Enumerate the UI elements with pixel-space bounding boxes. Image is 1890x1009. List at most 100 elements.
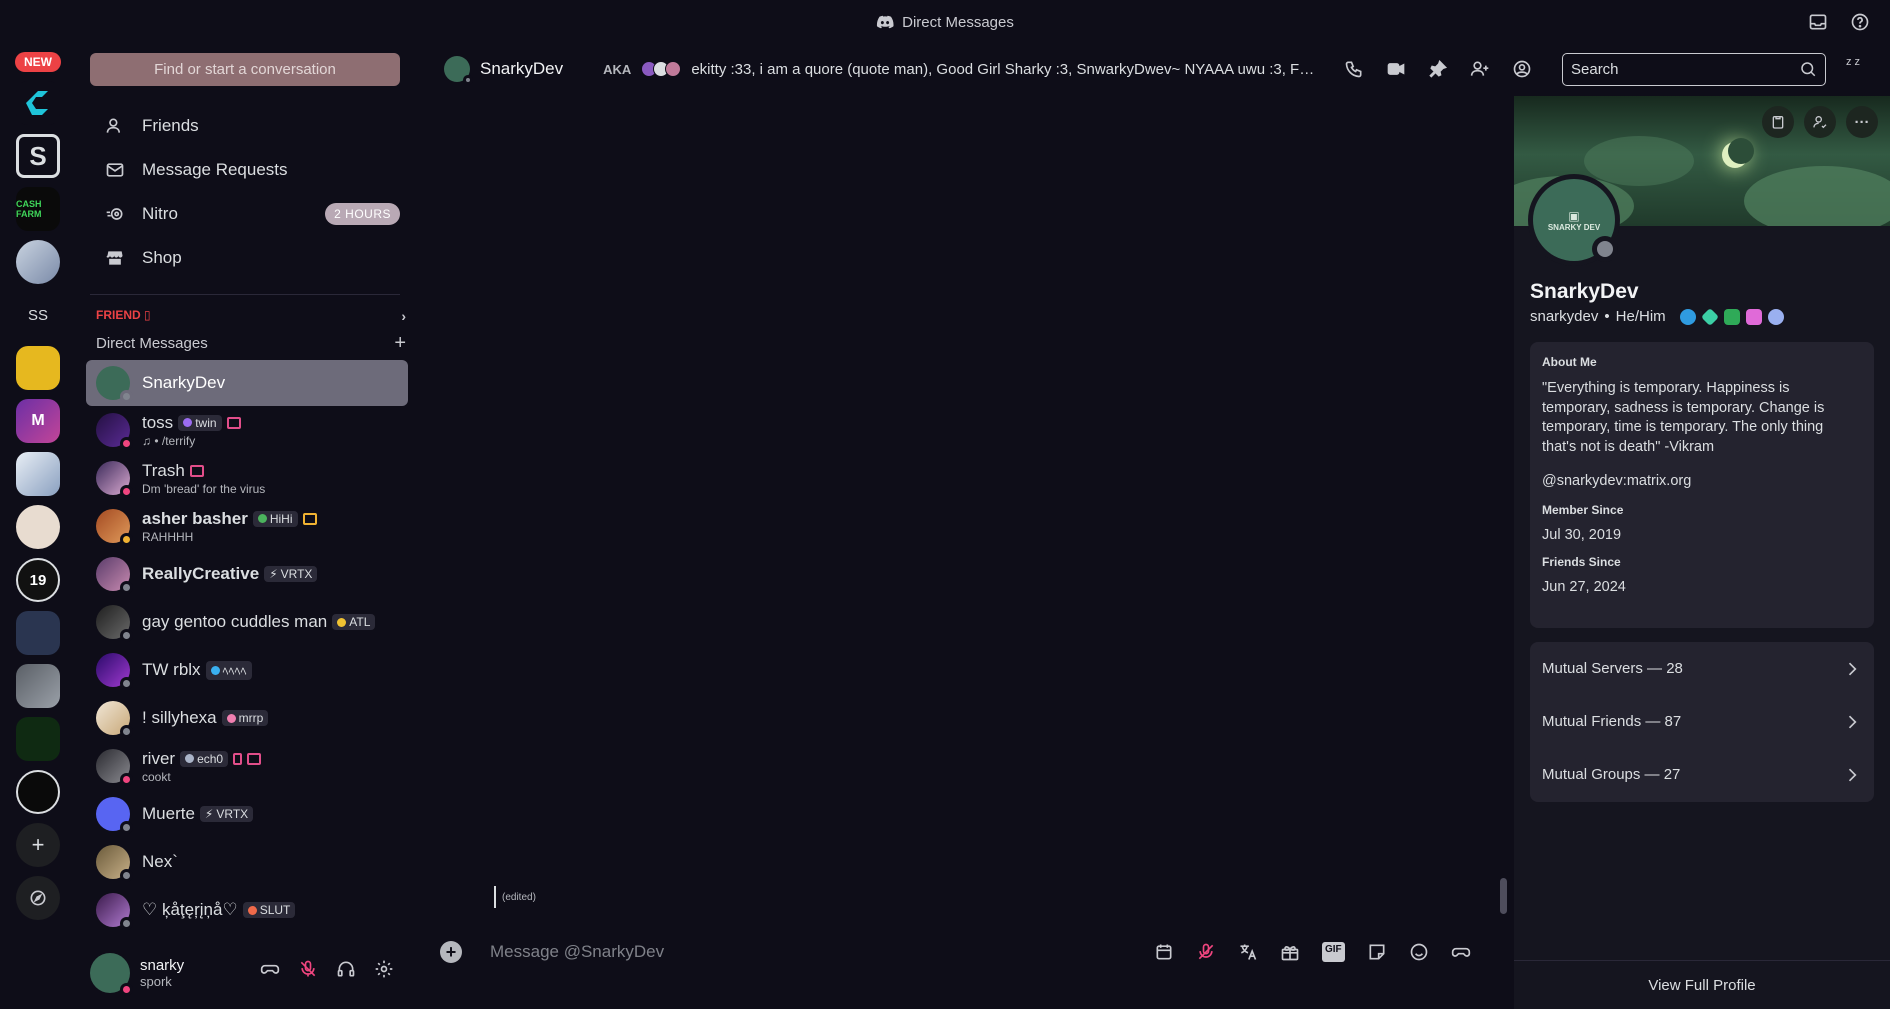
translate-icon[interactable] [1238, 942, 1258, 962]
status-dot [120, 677, 133, 690]
dm-item-snarkydev[interactable]: SnarkyDev [86, 360, 408, 406]
calendar-icon[interactable] [1154, 942, 1174, 962]
headphones-icon[interactable] [336, 959, 356, 979]
emoji-icon[interactable] [1409, 942, 1429, 962]
mutuals-card: Mutual Servers — 28 Mutual Friends — 87 … [1530, 642, 1874, 802]
desktop-icon [189, 464, 204, 477]
server-ss[interactable]: SS [16, 293, 60, 337]
server-19[interactable]: 19 [16, 558, 60, 602]
explore-button[interactable] [16, 876, 60, 920]
user-avatar[interactable] [90, 953, 133, 996]
chat-scrollbar[interactable] [1500, 878, 1507, 914]
user-profile-toggle-icon[interactable] [1512, 59, 1532, 79]
nav-message-requests[interactable]: Message Requests [90, 150, 400, 190]
nav-shop[interactable]: Shop [90, 238, 400, 278]
server-anvil[interactable] [16, 611, 60, 655]
add-friends-to-dm-icon[interactable] [1470, 59, 1490, 79]
server-anime[interactable] [16, 240, 60, 284]
avatar [96, 509, 133, 546]
chevron-right-icon: › [401, 308, 406, 324]
mutual-friends-row[interactable]: Mutual Friends — 87 [1530, 695, 1874, 748]
mutual-servers-row[interactable]: Mutual Servers — 28 [1530, 642, 1874, 695]
more-options-icon[interactable]: ··· [1846, 106, 1878, 138]
developer-badge-icon[interactable] [1723, 308, 1740, 325]
hypesquad-badge-icon[interactable] [1679, 308, 1696, 325]
nav-friends[interactable]: Friends [90, 106, 400, 146]
sleeping-avatar-icon[interactable]: z z [1846, 56, 1860, 68]
nitro-gem-badge-icon[interactable] [1700, 307, 1719, 326]
quest-badge-icon[interactable] [1767, 308, 1784, 325]
pinned-messages-icon[interactable] [1428, 59, 1448, 79]
tag-emoji-icon [247, 905, 257, 915]
status-dot [120, 485, 133, 498]
activities-icon[interactable] [1451, 942, 1471, 962]
server-triangle[interactable] [16, 770, 60, 814]
server-m[interactable]: M [16, 399, 60, 443]
avatar [665, 61, 682, 77]
create-dm-plus-icon[interactable]: + [394, 332, 406, 355]
server-cyan[interactable] [16, 81, 60, 125]
mobile-icon [233, 752, 243, 765]
message-input[interactable]: Message @SnarkyDev [490, 942, 664, 962]
mute-mic-icon[interactable] [298, 959, 318, 979]
dm-item-river[interactable]: river ech0 cookt [86, 742, 408, 790]
mutual-groups-row[interactable]: Mutual Groups — 27 [1530, 748, 1874, 801]
new-badge[interactable]: NEW [15, 52, 61, 72]
bolt-icon: ⚡ [269, 567, 278, 581]
server-cash-farm[interactable]: CASH FARM [16, 187, 60, 231]
find-conversation-button[interactable]: Find or start a conversation [90, 53, 400, 86]
dm-item-tw-rblx[interactable]: TW rblx ﾍﾍﾍﾍ [86, 646, 408, 694]
nav-nitro[interactable]: Nitro 2 HOURS [90, 194, 400, 234]
dm-item-katerina[interactable]: ♡ ķåţęŗįņå♡ SLUT [86, 886, 408, 934]
friend-section-header[interactable]: FRIEND ▯ › [96, 308, 406, 324]
add-server-button[interactable]: + [16, 823, 60, 867]
game-controller-icon[interactable] [260, 959, 280, 979]
gif-icon[interactable]: GIF [1322, 942, 1345, 962]
server-cat[interactable] [16, 505, 60, 549]
attach-plus-button[interactable]: + [440, 941, 462, 963]
inbox-icon[interactable] [1808, 12, 1828, 32]
avatar [96, 413, 133, 450]
help-icon[interactable] [1850, 12, 1870, 32]
avatar [96, 845, 133, 882]
boost-badge-icon[interactable] [1745, 308, 1762, 325]
clipboard-icon[interactable] [1762, 106, 1794, 138]
status-dot [120, 773, 133, 786]
aka-names[interactable]: ekitty :33, i am a quore (quote man), Go… [691, 61, 1321, 78]
chat-recipient-name[interactable]: SnarkyDev [480, 59, 563, 79]
status-dot [120, 437, 133, 450]
server-yellow[interactable] [16, 346, 60, 390]
about-me-link[interactable]: @snarkydev:matrix.org [1542, 473, 1862, 489]
server-gray[interactable] [16, 664, 60, 708]
dm-item-muerte[interactable]: Muerte ⚡ VRTX [86, 790, 408, 838]
view-full-profile-button[interactable]: View Full Profile [1514, 960, 1890, 1009]
server-photo[interactable] [16, 452, 60, 496]
avatar [96, 605, 133, 642]
status-dot [120, 869, 133, 882]
dm-item-reallycreative[interactable]: ReallyCreative ⚡ VRTX [86, 550, 408, 598]
mute-notifications-icon[interactable] [1196, 942, 1216, 962]
video-call-icon[interactable] [1386, 59, 1406, 79]
server-green[interactable] [16, 717, 60, 761]
shop-icon [104, 247, 126, 269]
dm-item-gay-gentoo[interactable]: gay gentoo cuddles man ATL [86, 598, 408, 646]
server-tag: ⚡ VRTX [199, 806, 254, 822]
dm-list: SnarkyDev toss twin ♫ • /terrify Trash D… [86, 360, 408, 934]
search-input[interactable]: Search [1562, 53, 1826, 86]
status-dot [120, 725, 133, 738]
sticker-icon[interactable] [1367, 942, 1387, 962]
status-dot [120, 533, 133, 546]
dm-item-trash[interactable]: Trash Dm 'bread' for the virus [86, 454, 408, 502]
voice-call-icon[interactable] [1344, 59, 1364, 79]
settings-gear-icon[interactable] [374, 959, 394, 979]
friend-status-icon[interactable] [1804, 106, 1836, 138]
gift-icon[interactable] [1280, 942, 1300, 962]
dm-item-nex[interactable]: Nex` [86, 838, 408, 886]
banner-cloud [1584, 136, 1694, 186]
profile-status-indicator [1592, 236, 1618, 262]
dm-item-sillyhexa[interactable]: ! sillyhexa mrrp [86, 694, 408, 742]
dm-item-toss[interactable]: toss twin ♫ • /terrify [86, 406, 408, 454]
dm-item-asher-basher[interactable]: asher basher HiHi RAHHHH [86, 502, 408, 550]
server-s[interactable]: S [16, 134, 60, 178]
profile-pronouns: He/Him [1615, 308, 1666, 325]
